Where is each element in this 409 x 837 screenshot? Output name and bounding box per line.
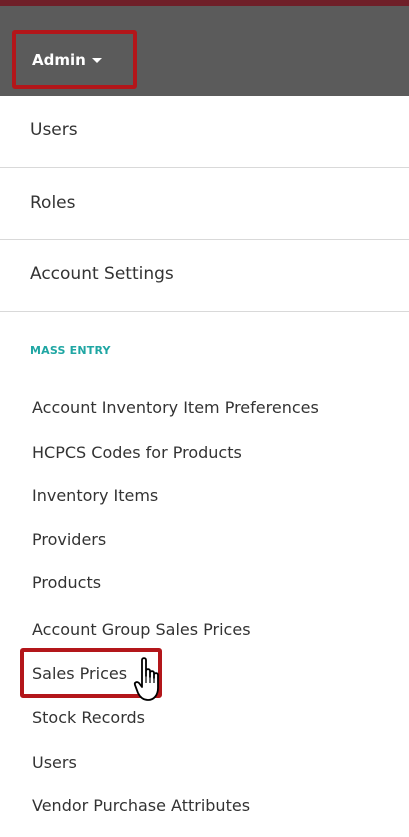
mass-entry-stock-records[interactable]: Stock Records [32,704,145,730]
mass-entry-sales-prices[interactable]: Sales Prices [32,660,127,686]
menu-item-label: Users [30,120,78,140]
mass-entry-account-inventory-item-preferences[interactable]: Account Inventory Item Preferences [32,394,319,420]
mass-entry-products[interactable]: Products [32,569,101,595]
divider [0,167,409,168]
menu-item-account-settings[interactable]: Account Settings [0,240,409,308]
admin-dropdown-button[interactable]: Admin [12,30,137,89]
mass-entry-providers[interactable]: Providers [32,526,106,552]
menu-item-label: Roles [30,193,76,213]
admin-label: Admin [32,50,86,69]
admin-navbar: Admin [0,6,409,96]
hand-pointer-icon [133,657,159,701]
menu-item-users[interactable]: Users [0,96,409,164]
mass-entry-account-group-sales-prices[interactable]: Account Group Sales Prices [32,616,251,642]
mass-entry-users[interactable]: Users [32,749,77,775]
divider [0,311,409,312]
caret-down-icon [91,58,102,63]
mass-entry-header: MASS ENTRY [30,344,111,357]
menu-item-label: Account Settings [30,264,174,284]
mass-entry-vendor-purchase-attributes[interactable]: Vendor Purchase Attributes [32,792,250,818]
mass-entry-inventory-items[interactable]: Inventory Items [32,482,158,508]
menu-item-roles[interactable]: Roles [0,169,409,237]
mass-entry-hcpcs-codes-for-products[interactable]: HCPCS Codes for Products [32,439,242,465]
